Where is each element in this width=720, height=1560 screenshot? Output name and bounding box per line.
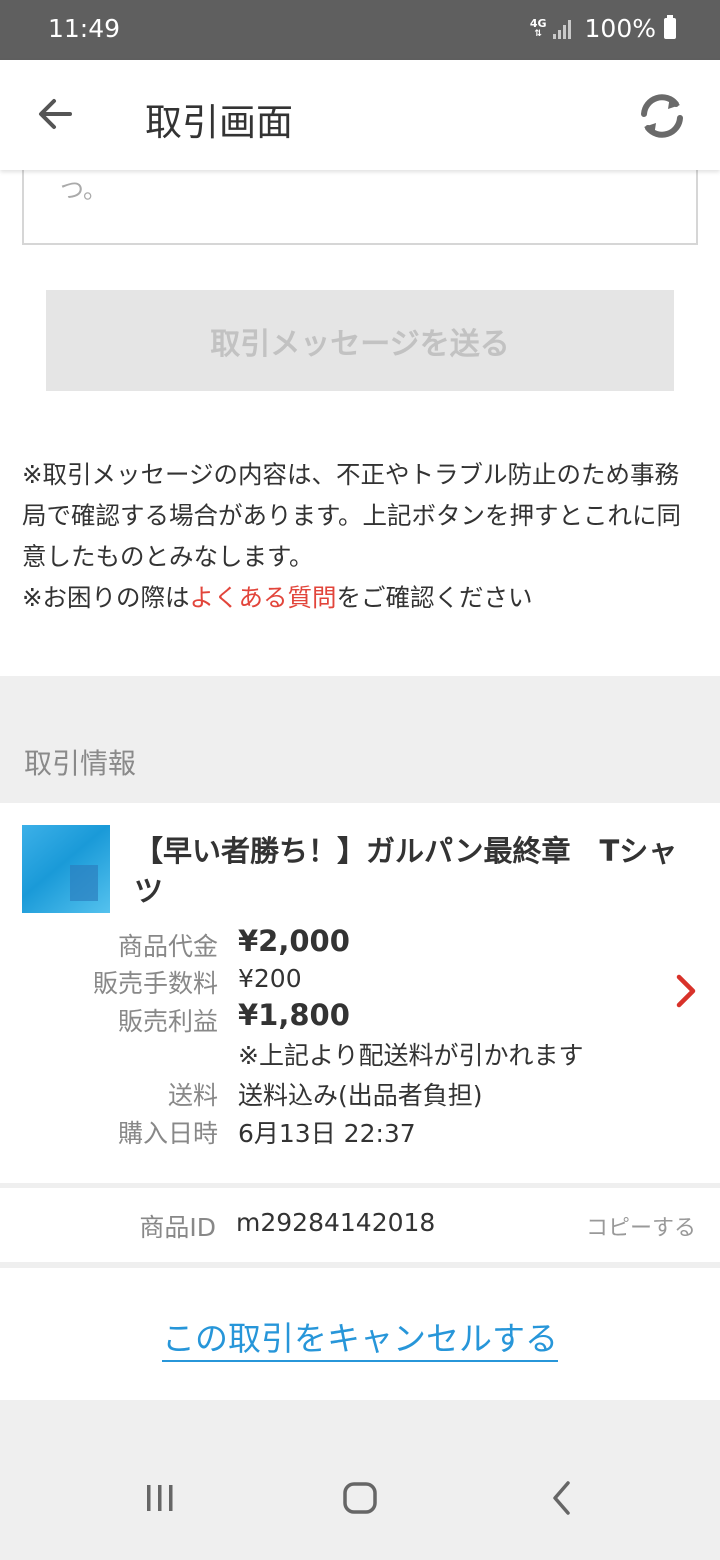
notice-line-1: ※取引メッセージの内容は、不正やトラブル防止のため事務局で確認する場合があります… [22, 460, 682, 571]
purchase-date-label: 購入日時 [117, 1119, 218, 1148]
price-value: ¥2,000 [238, 924, 350, 958]
refresh-icon[interactable] [634, 88, 690, 144]
profit-label: 販売利益 [117, 1007, 218, 1036]
status-indicators: 4G ⇅ 100% [530, 14, 676, 43]
status-bar: 11:49 4G ⇅ 100% [0, 0, 720, 60]
copy-button[interactable]: コピーする [586, 1210, 696, 1242]
chevron-right-icon[interactable] [670, 971, 702, 1011]
profit-value: ¥1,800 [238, 998, 350, 1032]
fee-label: 販売手数料 [92, 969, 218, 998]
faq-link[interactable]: よくある質問 [190, 583, 337, 612]
transaction-info-card[interactable]: 【早い者勝ち！】ガルパン最終章 Tシャツ 商品代金 ¥2,000 販売手数料 ¥… [0, 803, 720, 1183]
send-message-button[interactable]: 取引メッセージを送る [46, 290, 674, 391]
item-title: 【早い者勝ち！】ガルパン最終章 Tシャツ [134, 834, 678, 908]
back-nav-icon[interactable] [532, 1468, 592, 1528]
message-textarea[interactable]: つ。 [22, 170, 698, 245]
shipping-label: 送料 [167, 1081, 218, 1110]
cancel-section: この取引をキャンセルする [0, 1268, 720, 1400]
item-id-label: 商品ID [139, 1213, 216, 1242]
price-label: 商品代金 [117, 932, 218, 961]
textarea-text: つ。 [60, 176, 108, 204]
shipping-value: 送料込み(出品者負担) [238, 1081, 483, 1110]
notice-prefix: ※お困りの際は [22, 583, 190, 612]
network-indicator: 4G ⇅ [529, 16, 547, 39]
app-header: 取引画面 [0, 60, 720, 170]
battery-icon [664, 15, 676, 39]
cancel-link-wrapper: この取引をキャンセルする [0, 1312, 720, 1362]
item-id-row: 商品ID m29284142018 コピーする [0, 1188, 720, 1262]
section-title: 取引情報 [24, 747, 137, 780]
notice-suffix: をご確認ください [336, 583, 533, 612]
battery-percent: 100% [584, 14, 656, 43]
item-id-value: m29284142018 [236, 1208, 436, 1237]
item-thumbnail [22, 825, 110, 913]
system-nav-bar [0, 1440, 720, 1560]
fee-value: ¥200 [238, 964, 302, 993]
network-type: 4G [529, 16, 547, 30]
notice-text: ※取引メッセージの内容は、不正やトラブル防止のため事務局で確認する場合があります… [22, 454, 702, 618]
notice-line-2: ※お困りの際はよくある質問をご確認ください [22, 577, 702, 618]
recent-apps-icon[interactable] [130, 1468, 190, 1528]
back-arrow-icon[interactable] [32, 90, 80, 138]
cancel-transaction-link[interactable]: この取引をキャンセルする [162, 1319, 558, 1362]
page-title: 取引画面 [145, 101, 293, 144]
purchase-date-value: 6月13日 22:37 [238, 1119, 416, 1148]
signal-icon [552, 19, 573, 39]
shipping-note: ※上記より配送料が引かれます [238, 1041, 584, 1070]
home-icon[interactable] [330, 1468, 390, 1528]
status-time: 11:49 [48, 14, 121, 43]
